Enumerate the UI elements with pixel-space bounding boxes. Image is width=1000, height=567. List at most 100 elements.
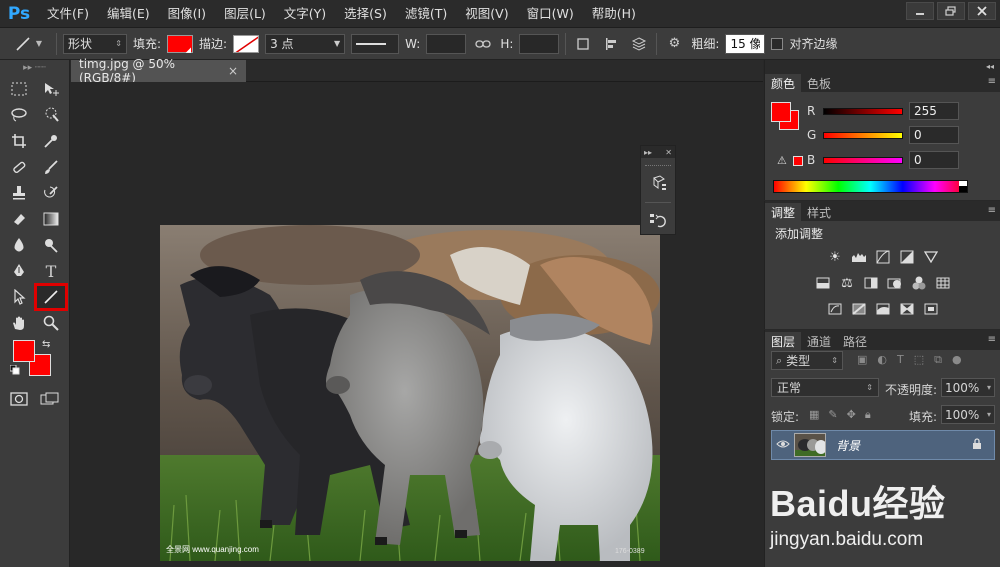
gear-icon[interactable]: ⚙ xyxy=(663,33,685,55)
posterize-icon[interactable] xyxy=(850,301,868,317)
visibility-eye-icon[interactable] xyxy=(772,438,794,453)
marquee-tool-icon[interactable] xyxy=(3,76,35,102)
input-g[interactable]: 0 xyxy=(909,126,959,144)
filter-adjustment-icon[interactable]: ◐ xyxy=(877,353,887,367)
eraser-tool-icon[interactable] xyxy=(3,206,35,232)
document-image[interactable]: 全景网 www.quanjing.com 176-0389 xyxy=(160,225,660,561)
lasso-tool-icon[interactable] xyxy=(3,102,35,128)
input-b[interactable]: 0 xyxy=(909,151,959,169)
close-tab-icon[interactable]: × xyxy=(228,64,238,78)
stroke-type-select[interactable] xyxy=(351,33,400,54)
close-icon[interactable] xyxy=(968,2,996,20)
quick-mask-icon[interactable] xyxy=(10,392,28,409)
tool-preset-picker[interactable]: ▼ xyxy=(6,32,50,56)
width-input[interactable] xyxy=(426,33,467,54)
hand-tool-icon[interactable] xyxy=(3,310,35,336)
path-operations-icon[interactable] xyxy=(572,33,594,55)
tab-layers[interactable]: 图层 xyxy=(765,332,802,350)
line-tool-icon[interactable] xyxy=(34,283,68,311)
layer-name[interactable]: 背景 xyxy=(836,437,860,454)
mode-select[interactable]: 形状 ⇕ xyxy=(63,33,127,54)
threshold-icon[interactable] xyxy=(874,301,892,317)
black-white-icon[interactable] xyxy=(862,275,880,291)
expand-icon[interactable]: ▸▸ xyxy=(644,148,652,157)
path-alignment-icon[interactable] xyxy=(600,33,622,55)
tab-paths[interactable]: 路径 xyxy=(837,332,873,350)
menu-window[interactable]: 窗口(W) xyxy=(518,0,583,28)
link-icon[interactable] xyxy=(472,33,494,55)
slider-track-g[interactable] xyxy=(823,131,903,139)
clone-stamp-tool-icon[interactable] xyxy=(3,180,35,206)
blend-mode-select[interactable]: 正常 ⇕ xyxy=(771,378,879,397)
tab-adjustments[interactable]: 调整 xyxy=(765,203,802,221)
pen-tool-icon[interactable] xyxy=(3,258,35,284)
height-input[interactable] xyxy=(519,33,560,54)
healing-brush-tool-icon[interactable] xyxy=(3,154,35,180)
type-tool-icon[interactable]: T xyxy=(35,258,67,284)
slider-green[interactable]: G 0 xyxy=(807,126,959,144)
stroke-width-select[interactable]: 3 点 ▼ xyxy=(265,33,346,54)
menu-filter[interactable]: 滤镜(T) xyxy=(396,0,456,28)
menu-help[interactable]: 帮助(H) xyxy=(583,0,645,28)
document-tab[interactable]: timg.jpg @ 50%(RGB/8#) × xyxy=(71,57,246,85)
menu-layer[interactable]: 图层(L) xyxy=(215,0,275,28)
gamut-swatch[interactable] xyxy=(793,156,803,166)
screen-mode-icon[interactable] xyxy=(40,392,60,409)
tab-color[interactable]: 颜色 xyxy=(765,74,802,92)
dock-header[interactable]: ◂◂ xyxy=(765,60,1000,72)
levels-icon[interactable] xyxy=(850,249,868,265)
layer-kind-filter[interactable]: ⌕ 类型 ⇕ xyxy=(771,351,843,370)
menu-image[interactable]: 图像(I) xyxy=(159,0,215,28)
stroke-swatch[interactable] xyxy=(233,34,260,53)
slider-red[interactable]: R 255 xyxy=(807,102,959,120)
panel-menu-icon[interactable]: ≡ xyxy=(988,76,996,87)
slider-track-r[interactable] xyxy=(823,107,903,115)
out-of-gamut-icon[interactable]: ⚠ xyxy=(777,154,787,167)
slider-track-b[interactable] xyxy=(823,156,903,164)
filter-toggle-icon[interactable]: ● xyxy=(952,353,962,367)
align-edges-checkbox[interactable] xyxy=(771,37,784,50)
weight-input[interactable]: 15 像素 xyxy=(725,33,766,54)
exposure-icon[interactable] xyxy=(898,249,916,265)
menu-select[interactable]: 选择(S) xyxy=(335,0,396,28)
menu-file[interactable]: 文件(F) xyxy=(38,0,98,28)
filter-pixel-icon[interactable]: ▣ xyxy=(857,353,867,367)
crop-tool-icon[interactable] xyxy=(3,128,35,154)
floating-panel-header[interactable]: ▸▸ ✕ xyxy=(641,146,675,158)
lock-all-icon[interactable]: 🔒︎ xyxy=(865,408,871,422)
close-icon[interactable]: ✕ xyxy=(665,148,672,157)
foreground-color-swatch[interactable] xyxy=(13,340,35,362)
lock-transparency-icon[interactable]: ▦ xyxy=(809,408,819,422)
gradient-tool-icon[interactable] xyxy=(35,206,67,232)
invert-icon[interactable] xyxy=(826,301,844,317)
brightness-icon[interactable]: ☀ xyxy=(826,249,844,265)
menu-edit[interactable]: 编辑(E) xyxy=(98,0,159,28)
zoom-tool-icon[interactable] xyxy=(35,310,67,336)
tab-swatches[interactable]: 色板 xyxy=(801,74,837,92)
default-colors-icon[interactable] xyxy=(9,364,20,378)
quick-selection-tool-icon[interactable] xyxy=(35,102,67,128)
path-selection-tool-icon[interactable] xyxy=(3,284,35,310)
path-arrangement-icon[interactable] xyxy=(628,33,650,55)
swap-colors-icon[interactable]: ⇆ xyxy=(42,339,50,350)
fill-swatch[interactable]: ◢ xyxy=(167,34,194,54)
lock-pixels-icon[interactable]: ✎ xyxy=(828,408,837,422)
fill-input[interactable]: 100% ▾ xyxy=(941,405,995,424)
menu-view[interactable]: 视图(V) xyxy=(456,0,517,28)
filter-type-icon[interactable]: T xyxy=(897,353,904,367)
slider-blue[interactable]: B 0 xyxy=(807,151,959,169)
menu-type[interactable]: 文字(Y) xyxy=(275,0,335,28)
opacity-input[interactable]: 100% ▾ xyxy=(941,378,995,397)
selective-color-icon[interactable] xyxy=(922,301,940,317)
history-brush-tool-icon[interactable] xyxy=(35,180,67,206)
curves-icon[interactable] xyxy=(874,249,892,265)
history-icon[interactable] xyxy=(641,211,675,231)
hue-saturation-icon[interactable] xyxy=(814,275,832,291)
panel-menu-icon[interactable]: ≡ xyxy=(988,205,996,216)
tab-styles[interactable]: 样式 xyxy=(801,203,837,221)
lock-position-icon[interactable]: ✥ xyxy=(847,408,856,422)
color-balance-icon[interactable]: ⚖ xyxy=(838,275,856,291)
filter-shape-icon[interactable]: ⬚ xyxy=(914,353,924,367)
blur-tool-icon[interactable] xyxy=(3,232,35,258)
photo-filter-icon[interactable] xyxy=(886,275,904,291)
